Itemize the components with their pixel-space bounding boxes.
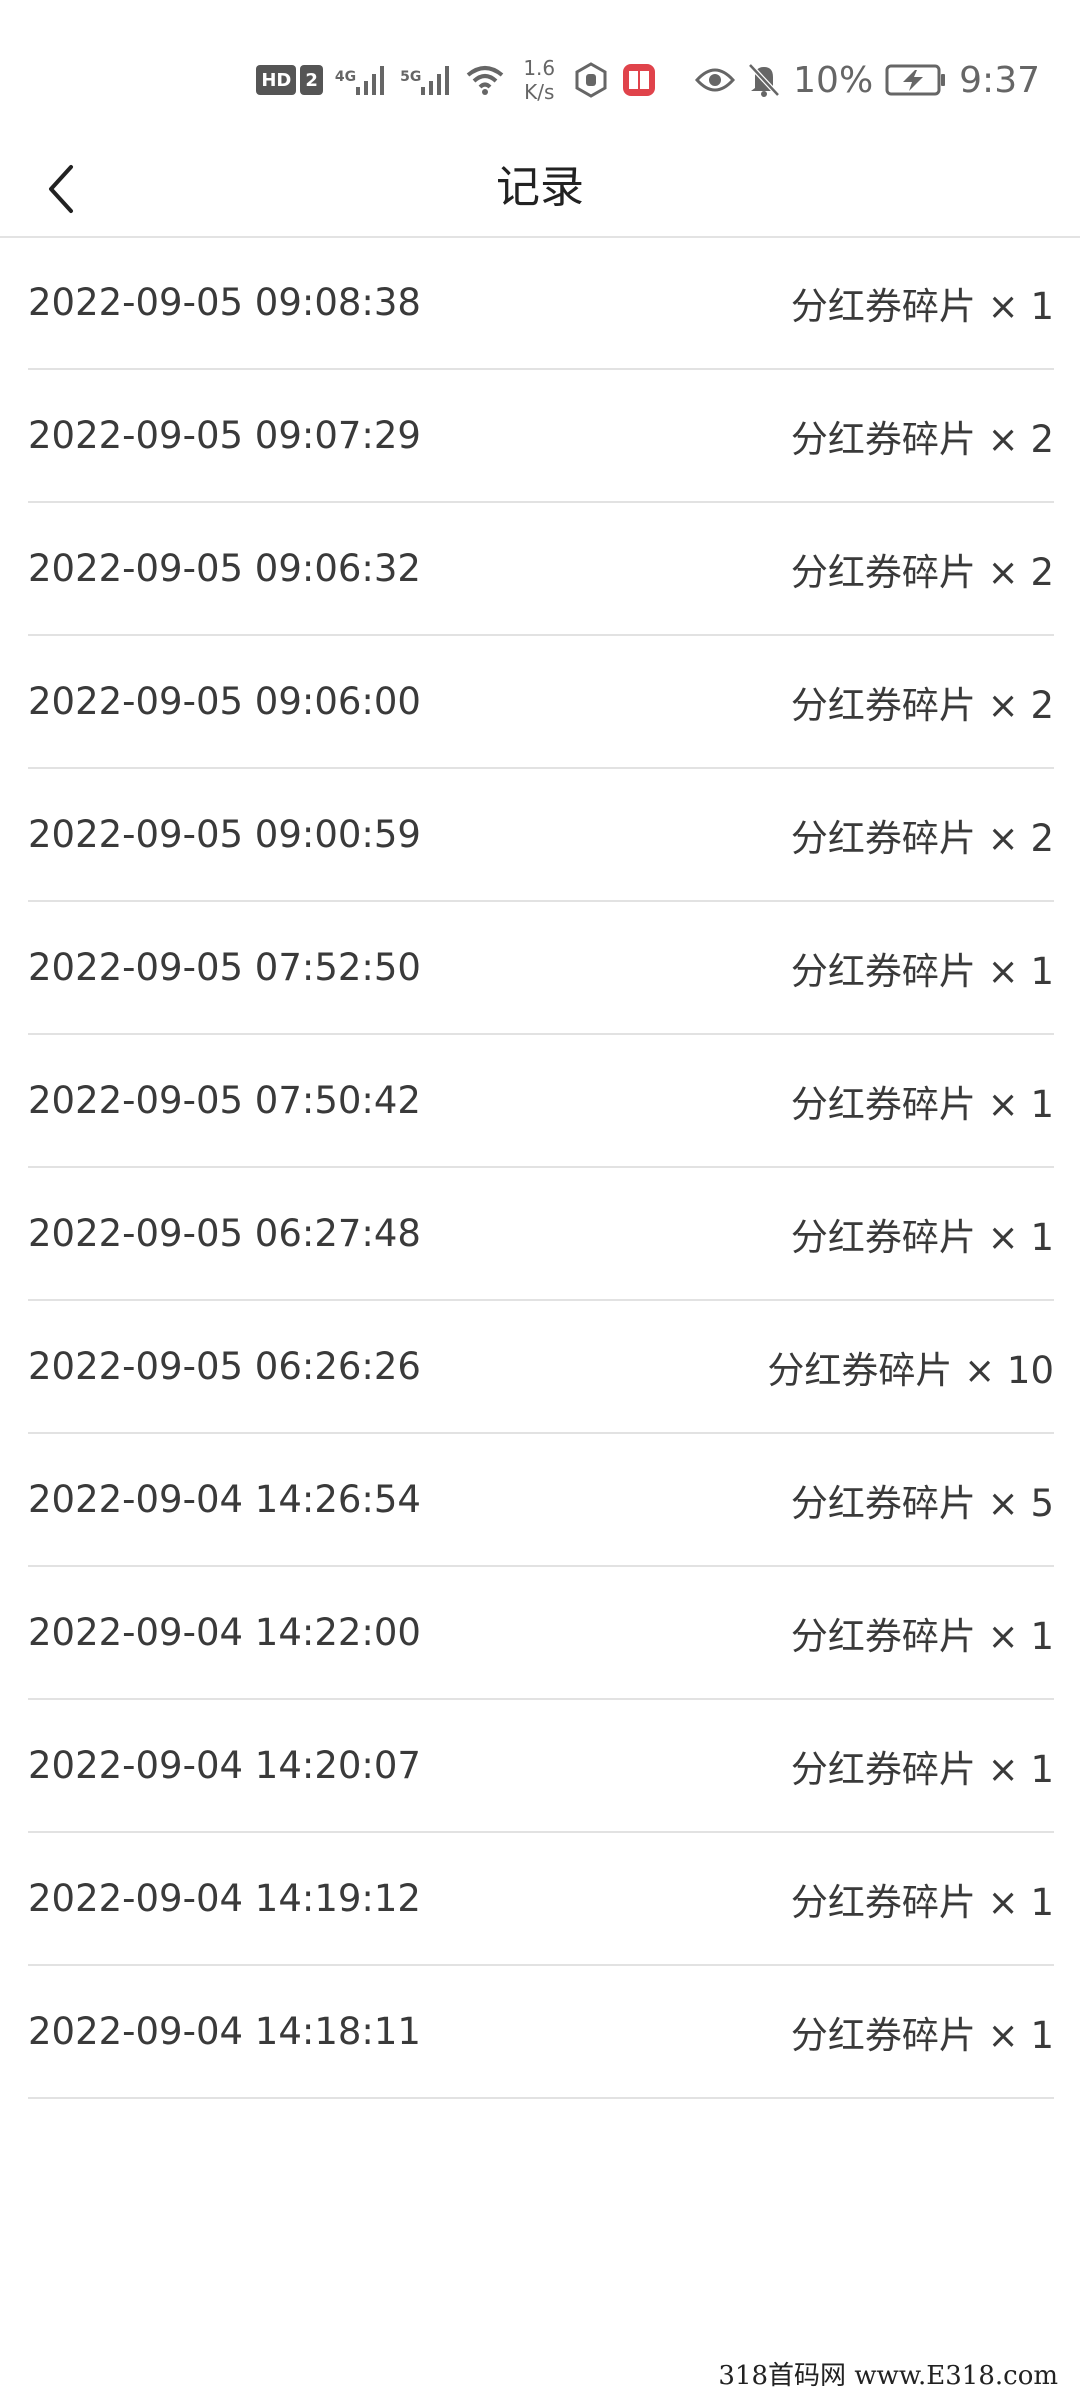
record-row: 2022-09-05 07:50:42 分红券碎片 × 1 bbox=[28, 1035, 1054, 1168]
record-row: 2022-09-05 09:07:29 分红券碎片 × 2 bbox=[28, 370, 1054, 503]
record-time: 2022-09-05 09:07:29 bbox=[28, 414, 421, 457]
record-item: 分红券碎片 × 1 bbox=[790, 1880, 1054, 1924]
net2-label: 5G bbox=[400, 69, 422, 85]
record-item: 分红券碎片 × 1 bbox=[790, 1747, 1054, 1791]
record-time: 2022-09-05 06:26:26 bbox=[28, 1345, 421, 1388]
record-time: 2022-09-04 14:19:12 bbox=[28, 1877, 421, 1920]
record-item: 分红券碎片 × 1 bbox=[790, 949, 1054, 993]
record-time: 2022-09-04 14:26:54 bbox=[28, 1478, 421, 1521]
record-item: 分红券碎片 × 10 bbox=[767, 1348, 1054, 1392]
hd-badge: HD 2 bbox=[256, 65, 323, 95]
record-row: 2022-09-04 14:22:00 分红券碎片 × 1 bbox=[28, 1567, 1054, 1700]
record-time: 2022-09-05 09:00:59 bbox=[28, 813, 421, 856]
net-speed-unit: K/s bbox=[524, 80, 555, 104]
record-time: 2022-09-05 07:50:42 bbox=[28, 1079, 421, 1122]
eye-icon bbox=[695, 65, 736, 95]
record-item: 分红券碎片 × 2 bbox=[790, 816, 1054, 860]
record-item: 分红券碎片 × 5 bbox=[790, 1481, 1054, 1525]
record-item: 分红券碎片 × 1 bbox=[790, 1082, 1054, 1126]
record-time: 2022-09-05 06:27:48 bbox=[28, 1212, 421, 1255]
hd-label: HD bbox=[256, 65, 297, 95]
record-row: 2022-09-05 09:00:59 分红券碎片 × 2 bbox=[28, 769, 1054, 902]
record-item: 分红券碎片 × 1 bbox=[790, 1215, 1054, 1259]
net-speed-value: 1.6 bbox=[523, 56, 556, 80]
record-item: 分红券碎片 × 1 bbox=[790, 1614, 1054, 1658]
record-row: 2022-09-04 14:18:11 分红券碎片 × 1 bbox=[28, 1966, 1054, 2099]
record-time: 2022-09-05 09:06:00 bbox=[28, 680, 421, 723]
book-app-icon bbox=[621, 62, 657, 98]
record-time: 2022-09-05 09:08:38 bbox=[28, 281, 421, 324]
record-item: 分红券碎片 × 2 bbox=[790, 683, 1054, 727]
page-title: 记录 bbox=[496, 162, 584, 213]
net1-label: 4G bbox=[334, 69, 357, 85]
record-row: 2022-09-05 09:08:38 分红券碎片 × 1 bbox=[28, 237, 1054, 370]
record-row: 2022-09-04 14:26:54 分红券碎片 × 5 bbox=[28, 1434, 1054, 1567]
signal-4g-icon: 4G bbox=[335, 63, 388, 97]
sim-label: 2 bbox=[300, 65, 323, 95]
record-item: 分红券碎片 × 1 bbox=[790, 2013, 1054, 2057]
record-row: 2022-09-05 07:52:50 分红券碎片 × 1 bbox=[28, 902, 1054, 1035]
record-row: 2022-09-05 06:26:26 分红券碎片 × 10 bbox=[28, 1301, 1054, 1434]
record-time: 2022-09-04 14:18:11 bbox=[28, 2010, 421, 2053]
record-item: 分红券碎片 × 2 bbox=[790, 550, 1054, 594]
battery-percent: 10% bbox=[793, 59, 874, 101]
wifi-icon bbox=[465, 63, 505, 97]
watermark: 318首码网 www.E318.com bbox=[718, 2361, 1058, 2391]
record-row: 2022-09-04 14:19:12 分红券碎片 × 1 bbox=[28, 1833, 1054, 1966]
record-list: 2022-09-05 09:08:38 分红券碎片 × 1 2022-09-05 0… bbox=[28, 237, 1054, 2099]
status-time: 9:37 bbox=[959, 59, 1040, 101]
hand-shield-icon bbox=[573, 62, 609, 98]
record-item: 分红券碎片 × 1 bbox=[790, 284, 1054, 328]
record-row: 2022-09-05 06:27:48 分红券碎片 × 1 bbox=[28, 1168, 1054, 1301]
record-row: 2022-09-04 14:20:07 分红券碎片 × 1 bbox=[28, 1700, 1054, 1833]
record-row: 2022-09-05 09:06:00 分红券碎片 × 2 bbox=[28, 636, 1054, 769]
record-item: 分红券碎片 × 2 bbox=[790, 417, 1054, 461]
nav-bar: 记录 bbox=[0, 140, 1080, 238]
signal-5g-icon: 5G bbox=[400, 63, 453, 97]
status-icons: HD 2 4G 5G 1.6 K/s 10% 9:37 bbox=[256, 50, 1040, 110]
bell-off-icon bbox=[747, 62, 781, 98]
record-time: 2022-09-04 14:22:00 bbox=[28, 1611, 421, 1654]
record-time: 2022-09-04 14:20:07 bbox=[28, 1744, 421, 1787]
status-bar: HD 2 4G 5G 1.6 K/s 10% 9:37 bbox=[0, 0, 1080, 150]
record-row: 2022-09-05 09:06:32 分红券碎片 × 2 bbox=[28, 503, 1054, 636]
record-time: 2022-09-05 07:52:50 bbox=[28, 946, 421, 989]
net-speed: 1.6 K/s bbox=[523, 56, 555, 104]
record-time: 2022-09-05 09:06:32 bbox=[28, 547, 421, 590]
battery-charging-icon bbox=[885, 63, 947, 97]
